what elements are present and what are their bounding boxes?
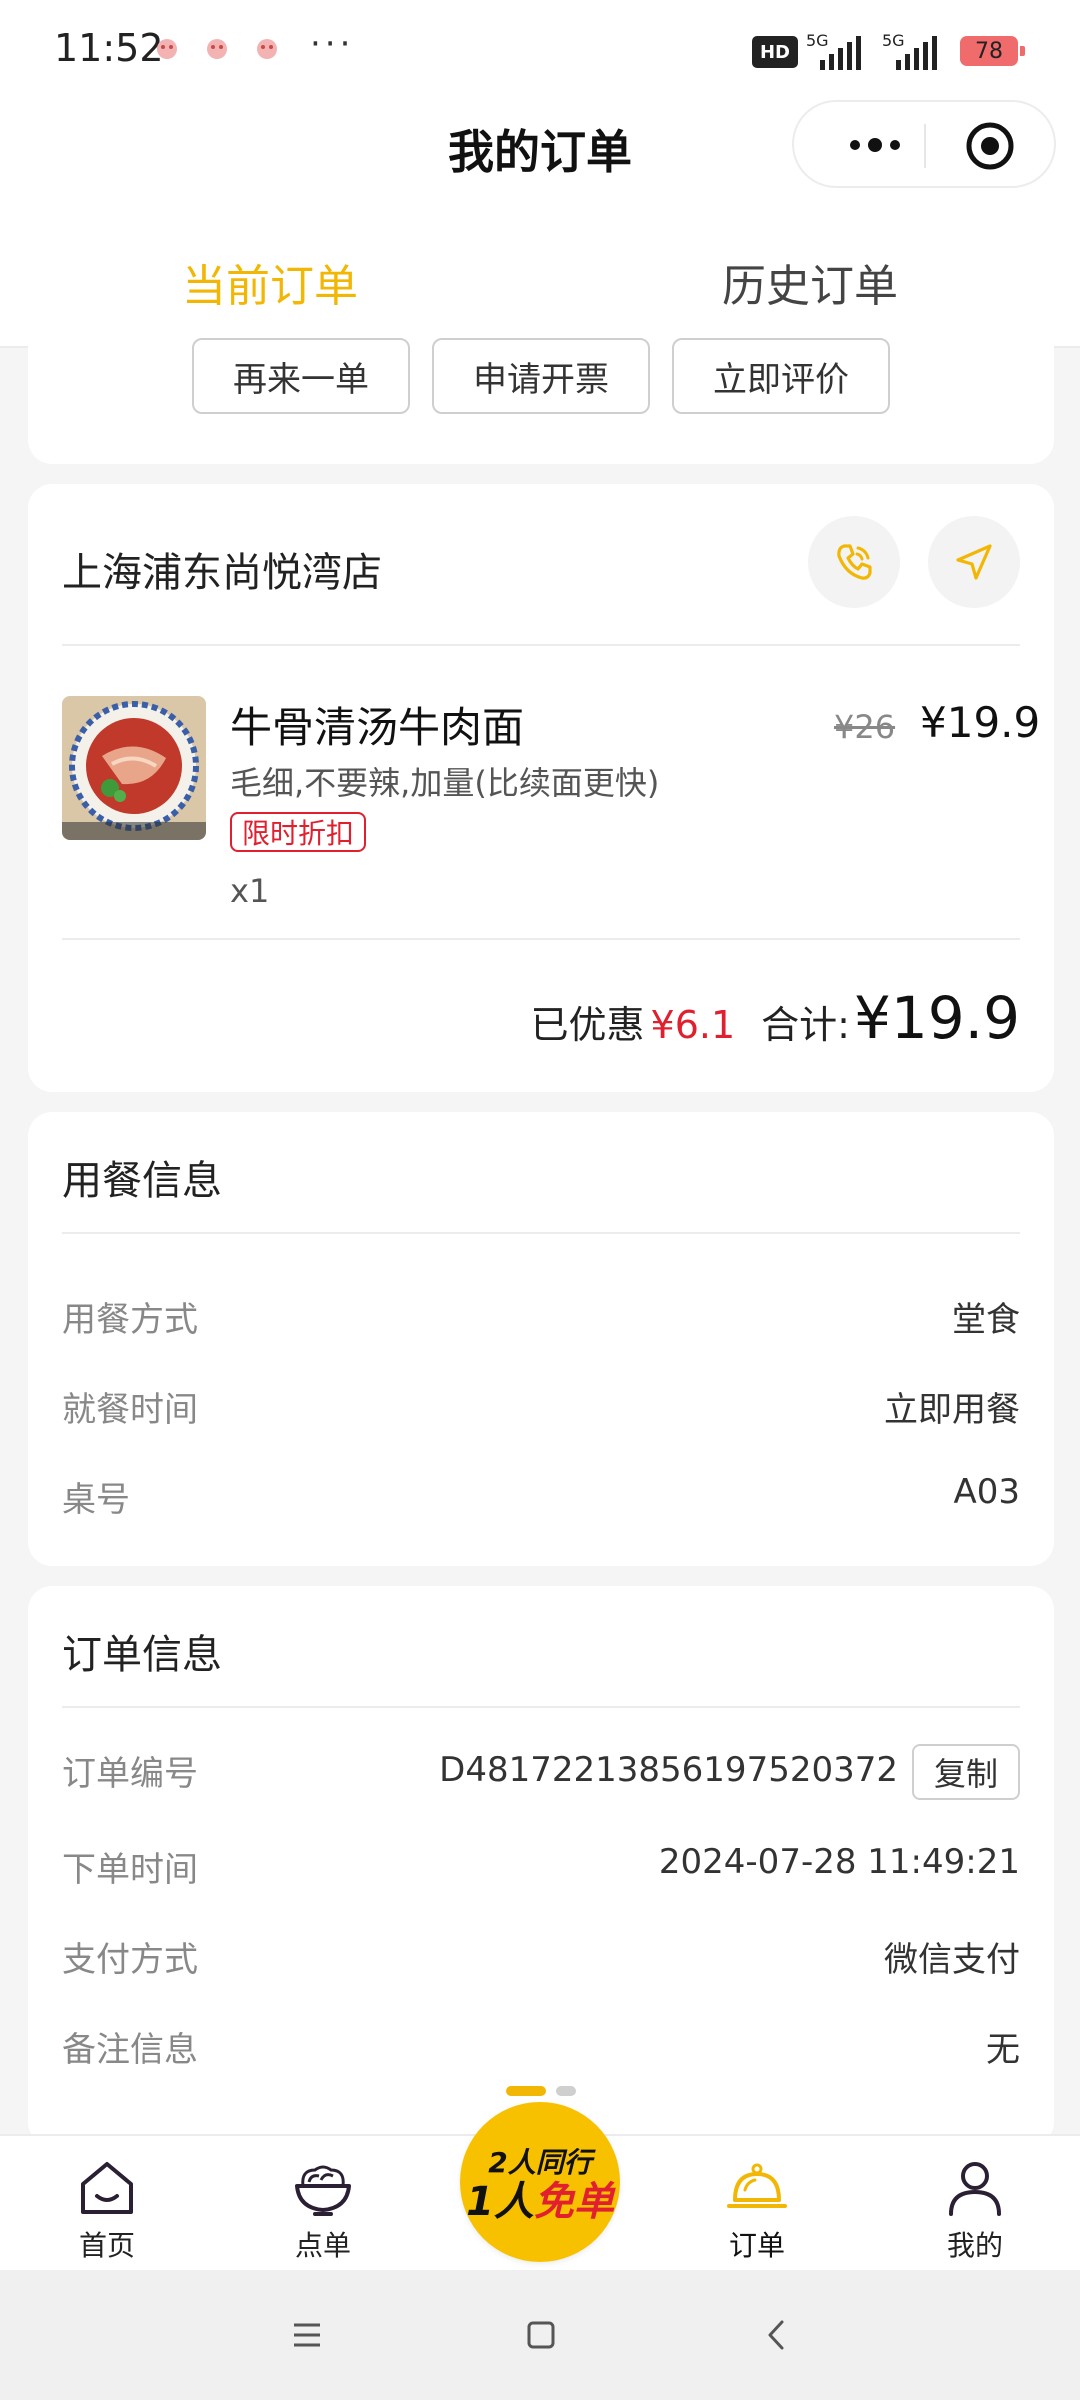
title-bar: 我的订单 xyxy=(0,100,1080,200)
battery-indicator: 78 xyxy=(960,36,1025,66)
divider xyxy=(62,1706,1020,1708)
divider xyxy=(62,1232,1020,1234)
dining-time-value: 立即用餐 xyxy=(884,1390,1020,1430)
divider xyxy=(62,938,1020,940)
bowl-icon xyxy=(295,2165,351,2216)
call-store-button[interactable] xyxy=(808,516,900,608)
notification-pig-icon xyxy=(157,39,177,59)
cloche-icon xyxy=(727,2163,787,2208)
menu-icon[interactable] xyxy=(282,2310,332,2360)
nav-label: 首页 xyxy=(78,2229,135,2262)
discount-value: ¥6.1 xyxy=(650,1003,736,1047)
capsule-divider xyxy=(924,124,926,168)
status-time: 11:52 xyxy=(54,26,164,70)
navigation-arrow-icon xyxy=(956,544,992,580)
home-square-icon[interactable] xyxy=(516,2310,566,2360)
discount-tag: 限时折扣 xyxy=(230,812,367,852)
hd-voice-badge: HD xyxy=(752,36,798,68)
total-label: 合计: xyxy=(761,1003,850,1047)
order-page: 11:52 ··· HD 5G 5G 78 我的订单 当前订单 历史订单 再来一… xyxy=(0,0,1080,2400)
more-dots-glyph xyxy=(850,138,900,152)
store-name: 上海浦东尚悦湾店 xyxy=(62,550,382,596)
section-title: 用餐信息 xyxy=(62,1158,222,1204)
nav-order-food[interactable]: 点单 xyxy=(268,2156,378,2264)
section-title: 订单信息 xyxy=(62,1632,222,1678)
food-quantity: x1 xyxy=(230,872,270,910)
order-info-card: 订单信息 订单编号 D48172213856197520372 复制 下单时间 … xyxy=(28,1586,1054,2146)
status-bar: 11:52 ··· HD 5G 5G 78 xyxy=(0,0,1080,100)
order-number-label: 订单编号 xyxy=(62,1754,198,1794)
beef-noodle-image xyxy=(62,696,206,840)
phone-icon xyxy=(837,544,872,580)
nav-profile[interactable]: 我的 xyxy=(920,2156,1030,2264)
order-time-label: 下单时间 xyxy=(62,1850,198,1890)
promo-line2-a: 1人 xyxy=(466,2179,534,2225)
reorder-button[interactable]: 再来一单 xyxy=(192,338,410,414)
nav-orders[interactable]: 订单 xyxy=(702,2156,812,2264)
signal-label: 5G xyxy=(806,32,829,50)
signal-5g-icon: 5G xyxy=(882,32,937,70)
order-tabs: 当前订单 历史订单 xyxy=(0,200,1080,348)
remark-label: 备注信息 xyxy=(62,2030,198,2070)
food-spec: 毛细,不要辣,加量(比续面更快) xyxy=(230,764,660,802)
more-dots-icon[interactable] xyxy=(830,120,920,170)
notification-pig-icon xyxy=(257,39,277,59)
original-price: ¥26 xyxy=(834,708,896,746)
order-actions-card: 再来一单 申请开票 立即评价 xyxy=(28,330,1054,464)
tab-history-orders[interactable]: 历史订单 xyxy=(540,250,1080,314)
pager-dot-active xyxy=(506,2086,546,2096)
order-total-line: 已优惠 ¥6.1 合计: ¥19.9 xyxy=(531,984,1020,1052)
notification-pig-icon xyxy=(207,39,227,59)
dining-time-label: 就餐时间 xyxy=(62,1390,198,1430)
promo-line1: 2人同行 xyxy=(488,2146,592,2179)
table-number-value: A03 xyxy=(953,1472,1020,1512)
food-image xyxy=(62,696,206,840)
total-value: ¥19.9 xyxy=(853,984,1020,1052)
pager-dot xyxy=(556,2086,576,2096)
dining-method-label: 用餐方式 xyxy=(62,1300,198,1340)
copy-order-number-button[interactable]: 复制 xyxy=(912,1744,1020,1800)
food-name: 牛骨清汤牛肉面 xyxy=(230,703,525,752)
order-card: 上海浦东尚悦湾店 牛骨清汤牛肉面 毛细,不要辣,加量(比续面更快) 限时折扣 x… xyxy=(28,484,1054,1092)
divider xyxy=(62,644,1020,646)
system-nav-bar xyxy=(0,2270,1080,2400)
navigate-store-button[interactable] xyxy=(928,516,1020,608)
order-time-value: 2024-07-28 11:49:21 xyxy=(658,1842,1020,1882)
table-number-label: 桌号 xyxy=(62,1480,130,1520)
item-price: ¥19.9 xyxy=(920,698,1041,747)
nav-label: 点单 xyxy=(294,2229,351,2262)
tab-current-orders[interactable]: 当前订单 xyxy=(0,250,540,314)
mini-program-capsule xyxy=(792,100,1056,188)
user-icon xyxy=(949,2162,1001,2216)
promo-line2: 1人免单 xyxy=(466,2181,614,2223)
dining-info-card: 用餐信息 用餐方式 堂食 就餐时间 立即用餐 桌号 A03 xyxy=(28,1112,1054,1566)
promo-line2-b: 免单 xyxy=(533,2179,614,2225)
promo-badge-button[interactable]: 2人同行 1人免单 xyxy=(460,2102,620,2262)
payment-method-value: 微信支付 xyxy=(884,1940,1020,1980)
target-close-icon[interactable] xyxy=(964,120,1016,172)
nav-label: 订单 xyxy=(728,2229,785,2262)
request-invoice-button[interactable]: 申请开票 xyxy=(432,338,650,414)
back-icon[interactable] xyxy=(752,2310,802,2360)
rate-now-button[interactable]: 立即评价 xyxy=(672,338,890,414)
home-icon xyxy=(81,2162,133,2214)
nav-label: 我的 xyxy=(946,2229,1003,2262)
remark-value: 无 xyxy=(986,2030,1020,2070)
signal-label: 5G xyxy=(882,32,905,50)
discount-label: 已优惠 xyxy=(530,1003,645,1047)
nav-home[interactable]: 首页 xyxy=(52,2156,162,2264)
more-notifications-dots: ··· xyxy=(310,24,355,64)
payment-method-label: 支付方式 xyxy=(62,1940,198,1980)
order-number-value: D48172213856197520372 xyxy=(439,1750,898,1790)
dining-method-value: 堂食 xyxy=(952,1300,1020,1340)
